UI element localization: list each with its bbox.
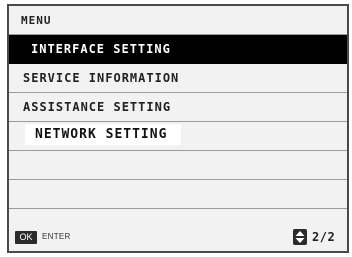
menu-item-service-information[interactable]: SERVICE INFORMATION [9,64,347,93]
menu-item-label: ASSISTANCE SETTING [23,100,172,114]
enter-label: ENTER [42,232,71,241]
menu-item-label: SERVICE INFORMATION [23,71,180,85]
menu-item-label: INTERFACE SETTING [31,42,171,56]
menu-item-label: NETWORK SETTING [25,124,182,145]
menu-title-row: MENU [9,6,347,35]
menu-screen: MENU INTERFACE SETTING SERVICE INFORMATI… [7,4,349,253]
menu-item-network-setting[interactable]: NETWORK SETTING [9,122,347,151]
up-down-scroll-icon [293,229,307,245]
ok-button[interactable]: OK [15,231,37,244]
up-down-arrows-icon [295,231,305,243]
menu-empty-row [9,180,347,209]
menu-item-interface-setting[interactable]: INTERFACE SETTING [9,35,347,64]
menu-title: MENU [21,14,52,27]
menu-item-assistance-setting[interactable]: ASSISTANCE SETTING [9,93,347,122]
footer-bar: OK ENTER 2/2 [9,225,347,251]
menu-empty-row [9,151,347,180]
page-indicator: 2/2 [312,230,336,244]
